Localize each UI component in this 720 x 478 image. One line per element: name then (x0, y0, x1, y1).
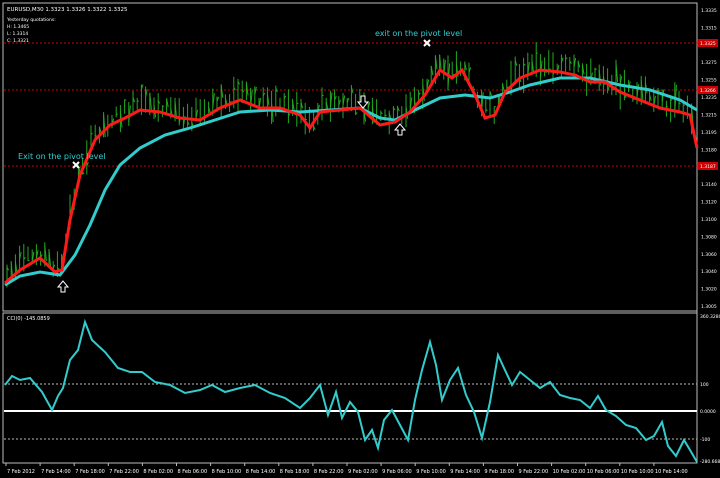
indicator-frame (2, 312, 698, 464)
main-chart-frame (2, 2, 698, 312)
time-axis-label: 8 Feb 10:00 (212, 469, 242, 475)
price-axis-label: 1.3335 (701, 8, 717, 14)
price-axis-label: 1.3120 (701, 200, 717, 206)
info-high: H: 1.3465 (7, 24, 29, 30)
time-axis-label: 8 Feb 22:00 (314, 469, 344, 475)
price-axis-label: 1.3020 (701, 287, 717, 293)
time-axis-label: 7 Feb 22:00 (109, 469, 139, 475)
indicator-title: CCI(0) -145.0859 (7, 316, 50, 322)
price-bar-tick (27, 259, 30, 262)
time-axis-label: 7 Feb 2012 (7, 469, 35, 475)
time-axis-label: 8 Feb 02:00 (143, 469, 173, 475)
time-axis-label: 7 Feb 14:00 (41, 469, 71, 475)
price-axis-label: 1.3040 (701, 269, 717, 275)
price-badge-label: 1.3325 (700, 41, 716, 47)
price-axis-label: 1.3080 (701, 234, 717, 240)
indicator-axis-label: 100 (700, 382, 709, 388)
time-axis-label: 10 Feb 02:00 (553, 469, 586, 475)
window-title: EURUSD,M30 1.3323 1.3326 1.3322 1.3325 (7, 7, 128, 13)
price-axis-label: 1.3215 (701, 113, 717, 119)
time-axis-label: 9 Feb 10:00 (416, 469, 446, 475)
price-axis-label: 1.3005 (701, 304, 717, 310)
chart-window[interactable]: EURUSD,M30 1.3323 1.3326 1.3322 1.3325 Y… (0, 0, 720, 478)
cci-line (4, 318, 698, 463)
time-axis-label: 10 Feb 14:00 (655, 469, 688, 475)
price-axis-label: 1.3275 (701, 60, 717, 66)
time-axis-label: 8 Feb 18:00 (280, 469, 310, 475)
price-axis-label: 1.3235 (701, 95, 717, 101)
price-axis-label: 1.3060 (701, 252, 717, 258)
time-axis-label: 10 Feb 06:00 (587, 469, 620, 475)
price-axis-label: 1.3100 (701, 217, 717, 223)
info-heading: Yesterday quotations: (6, 17, 56, 23)
buy-arrow-left (56, 280, 70, 293)
time-axis-label: 9 Feb 22:00 (519, 469, 549, 475)
time-axis-label: 9 Feb 02:00 (348, 469, 378, 475)
indicator-axis-label: -100 (700, 437, 710, 443)
price-badge-label: 1.3266 (700, 88, 716, 94)
buy-arrow-right (393, 123, 407, 136)
time-axis-label: 9 Feb 18:00 (484, 469, 514, 475)
time-axis[interactable]: 7 Feb 2012 7 Feb 14:00 7 Feb 18:00 7 Feb 22… (5, 463, 688, 475)
time-axis-label: 9 Feb 14:00 (450, 469, 480, 475)
price-axis-label: 1.3255 (701, 78, 717, 84)
indicator-axis-label: -280.6681 (700, 459, 720, 465)
time-axis-label: 8 Feb 14:00 (246, 469, 276, 475)
price-axis[interactable]: 1.33351.33151.32951.32751.32551.32351.32… (698, 8, 718, 310)
time-axis-label: 10 Feb 10:00 (621, 469, 654, 475)
price-badge-label: 1.3187 (700, 164, 716, 170)
info-close: C: 1.3321 (7, 38, 29, 44)
price-bar-tick (384, 114, 387, 116)
chart-canvas[interactable]: EURUSD,M30 1.3323 1.3326 1.3322 1.3325 Y… (0, 0, 720, 478)
indicator-axis-label: 360.3280 (700, 314, 720, 320)
price-axis-label: 1.3315 (701, 25, 717, 31)
time-axis-label: 8 Feb 06:00 (178, 469, 208, 475)
annotation-exit-right: exit on the pivot level (375, 29, 462, 38)
time-axis-label: 7 Feb 18:00 (75, 469, 105, 475)
price-axis-label: 1.3180 (701, 147, 717, 153)
price-axis-label: 1.3140 (701, 182, 717, 188)
indicator-axis: 360.3280 100 0.0000 -100 -280.6681 (700, 314, 720, 465)
price-axis-label: 1.3195 (701, 130, 717, 136)
indicator-axis-label: 0.0000 (700, 409, 716, 415)
annotation-exit-left: Exit on the pivot level (18, 152, 106, 161)
time-axis-label: 9 Feb 06:00 (382, 469, 412, 475)
info-low: L: 1.3314 (7, 31, 28, 37)
